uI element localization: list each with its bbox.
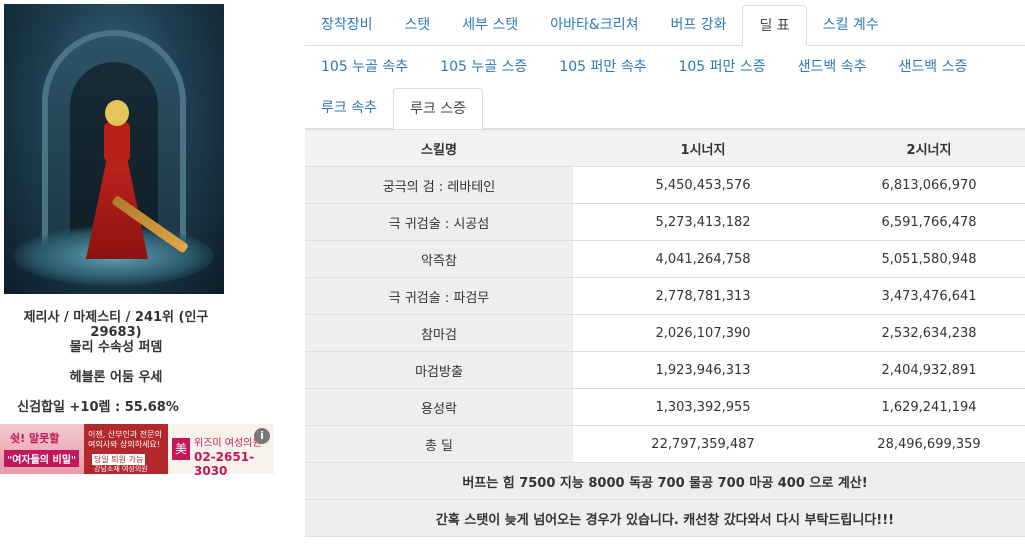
synergy-1-value: 4,041,264,758 [573, 240, 833, 278]
table-row: 마검방출 1,923,946,313 2,404,932,891 [305, 351, 1025, 389]
tab-equipment[interactable]: 장착장비 [305, 5, 389, 45]
tab-sandbag-skill[interactable]: 샌드백 스증 [882, 47, 983, 87]
ad-left-sub: "여자들의 비밀" [4, 450, 80, 467]
skill-name: 극 귀검술 : 시공섬 [305, 203, 573, 241]
ad-middle-panel[interactable]: 이젠, 산부인과 전문의 여의사와 상의하세요! 당일 퇴원 가능 강남소재 여… [84, 424, 168, 474]
skill-name: 참마검 [305, 314, 573, 352]
ad-right-title: 위즈미 여성의원 [194, 438, 262, 449]
ad-mid-clinic: 강남소재 여성의원 [94, 465, 148, 473]
buff-note-row: 버프는 힘 7500 지능 8000 독공 700 물공 700 마공 400 … [305, 462, 1025, 500]
synergy-1-value: 1,303,392,955 [573, 388, 833, 426]
synergy-1-value: 5,273,413,182 [573, 203, 833, 241]
character-summary: 제리사 / 마제스티 / 241위 (인구 29683) [23, 310, 209, 340]
table-row: 참마검 2,026,107,390 2,532,634,238 [305, 314, 1025, 352]
tab-sandbag-element[interactable]: 샌드백 속추 [782, 47, 883, 87]
tab-105-perman-skill[interactable]: 105 퍼만 스증 [662, 47, 781, 87]
total-synergy-1: 22,797,359,487 [573, 425, 833, 463]
table-row: 극 귀검술 : 시공섬 5,273,413,182 6,591,766,478 [305, 203, 1025, 241]
skill-name: 용성락 [305, 388, 573, 426]
tab-avatar-creature[interactable]: 아바타&크리쳐 [534, 5, 654, 45]
synergy-1-value: 2,026,107,390 [573, 314, 833, 352]
header-synergy-2: 2시너지 [833, 129, 1025, 167]
total-row: 총 딜 22,797,359,487 28,496,699,359 [305, 425, 1025, 463]
ad-logo-icon: 美 [172, 438, 190, 460]
table-row: 궁극의 검 : 레바테인 5,450,453,576 6,813,066,970 [305, 166, 1025, 204]
character-image [4, 4, 224, 294]
table-row: 악즉참 4,041,264,758 5,051,580,948 [305, 240, 1025, 278]
tab-105-perman-element[interactable]: 105 퍼만 속추 [543, 47, 662, 87]
main-tab-row: 장착장비 스탯 세부 스탯 아바타&크리쳐 버프 강화 딜 표 스킬 계수 [305, 5, 1025, 46]
dungeon-info: 헤블론 어둠 우세 [69, 370, 163, 385]
synergy-2-value: 6,591,766,478 [833, 203, 1025, 241]
stat-note-row: 간혹 스탯이 늦게 넘어오는 경우가 있습니다. 캐선창 갔다와서 다시 부탁드… [305, 499, 1025, 537]
ad-left-panel[interactable]: 쉿! 말못할 "여자들의 비밀" [0, 424, 84, 474]
ad-phone: 02-2651-3030 [194, 450, 255, 478]
table-header-row: 스킬명 1시너지 2시너지 [305, 129, 1025, 167]
ad-info-icon[interactable]: i [254, 428, 270, 444]
synergy-2-value: 2,532,634,238 [833, 314, 1025, 352]
buff-note: 버프는 힘 7500 지능 8000 독공 700 물공 700 마공 400 … [305, 462, 1025, 500]
tab-luke-element[interactable]: 루크 속추 [305, 88, 393, 128]
synergy-2-value: 6,813,066,970 [833, 166, 1025, 204]
ad-left-title: 쉿! 말못할 [10, 432, 60, 445]
skill-name: 마검방출 [305, 351, 573, 389]
sub-tab-row-2: 루크 속추 루크 스증 [305, 88, 1025, 129]
ad-banner[interactable]: 쉿! 말못할 "여자들의 비밀" 이젠, 산부인과 전문의 여의사와 상의하세요… [0, 424, 274, 478]
header-skill-name: 스킬명 [305, 129, 573, 167]
ad-mid-text: 이젠, 산부인과 전문의 여의사와 상의하세요! [88, 430, 162, 449]
tab-luke-skill[interactable]: 루크 스증 [392, 88, 483, 129]
sync-rate-info: 신검합일 +10렙 : 55.68% [17, 400, 179, 415]
skill-name: 극 귀검술 : 파검무 [305, 277, 573, 315]
tab-105-nugol-element[interactable]: 105 누골 속추 [305, 47, 424, 87]
synergy-1-value: 5,450,453,576 [573, 166, 833, 204]
synergy-2-value: 3,473,476,641 [833, 277, 1025, 315]
skill-name: 궁극의 검 : 레바테인 [305, 166, 573, 204]
stat-note: 간혹 스탯이 늦게 넘어오는 경우가 있습니다. 캐선창 갔다와서 다시 부탁드… [305, 499, 1025, 537]
tab-105-nugol-skill[interactable]: 105 누골 스증 [424, 47, 543, 87]
tab-stats[interactable]: 스탯 [389, 5, 447, 45]
total-label: 총 딜 [305, 425, 573, 463]
total-synergy-2: 28,496,699,359 [833, 425, 1025, 463]
header-synergy-1: 1시너지 [573, 129, 833, 167]
synergy-1-value: 1,923,946,313 [573, 351, 833, 389]
sub-tab-row-1: 105 누골 속추 105 누골 스증 105 퍼만 속추 105 퍼만 스증 … [305, 47, 1025, 87]
damage-table: 스킬명 1시너지 2시너지 궁극의 검 : 레바테인 5,450,453,576… [305, 129, 1025, 537]
synergy-2-value: 2,404,932,891 [833, 351, 1025, 389]
tab-buff-enhance[interactable]: 버프 강화 [654, 5, 742, 45]
synergy-1-value: 2,778,781,313 [573, 277, 833, 315]
synergy-2-value: 1,629,241,194 [833, 388, 1025, 426]
table-row: 용성락 1,303,392,955 1,629,241,194 [305, 388, 1025, 426]
tab-damage-table[interactable]: 딜 표 [742, 5, 807, 46]
tab-skill-coefficient[interactable]: 스킬 계수 [807, 5, 895, 45]
tab-detail-stats[interactable]: 세부 스탯 [446, 5, 534, 45]
table-row: 극 귀검술 : 파검무 2,778,781,313 3,473,476,641 [305, 277, 1025, 315]
synergy-2-value: 5,051,580,948 [833, 240, 1025, 278]
ad-right-panel[interactable]: 美 위즈미 여성의원 02-2651-3030 i [168, 424, 274, 478]
skill-name: 악즉참 [305, 240, 573, 278]
element-info: 물리 수속성 퍼뎀 [69, 340, 163, 355]
